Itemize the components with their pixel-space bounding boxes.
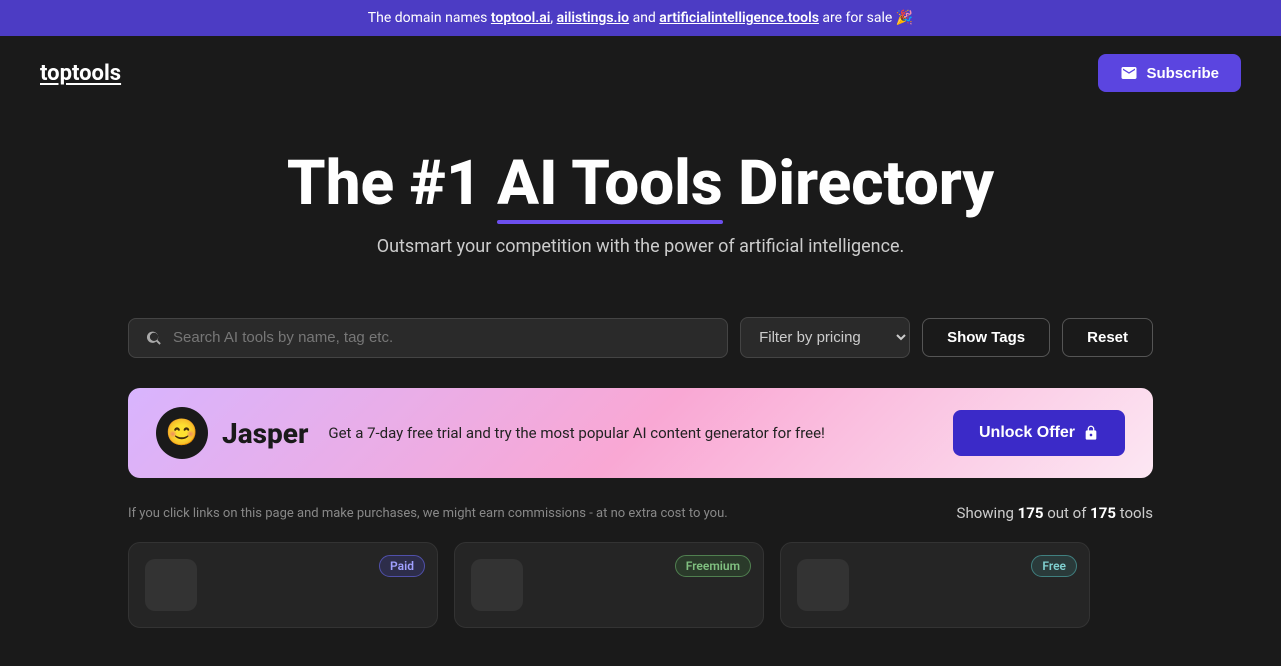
headline-highlight: AI Tools bbox=[497, 150, 723, 218]
showing-separator: out of bbox=[1047, 504, 1086, 522]
banner-link-toptool[interactable]: toptool.ai bbox=[491, 10, 550, 26]
banner-text-before: The domain names bbox=[368, 10, 488, 26]
showing-prefix: Showing bbox=[957, 504, 1014, 522]
tool-card[interactable]: Free bbox=[780, 542, 1090, 628]
banner-link-aitools[interactable]: artificialintelligence.tools bbox=[659, 10, 819, 26]
price-badge: Paid bbox=[379, 555, 425, 577]
headline-prefix: The #1 bbox=[287, 147, 497, 220]
top-banner: The domain names toptool.ai, ailistings.… bbox=[0, 0, 1281, 36]
tool-card-thumbnail bbox=[145, 559, 197, 611]
promo-icon: 😊 bbox=[156, 407, 208, 459]
headline-suffix: Directory bbox=[723, 147, 994, 220]
show-tags-button[interactable]: Show Tags bbox=[922, 318, 1050, 357]
showing-total: 175 bbox=[1090, 504, 1116, 522]
pricing-filter-select[interactable]: Filter by pricing Free Freemium Paid bbox=[740, 317, 910, 358]
promo-banner: 😊 Jasper Get a 7-day free trial and try … bbox=[128, 388, 1153, 478]
reset-button[interactable]: Reset bbox=[1062, 318, 1153, 357]
search-box-wrapper bbox=[128, 318, 728, 358]
banner-text-after: are for sale 🎉 bbox=[822, 10, 913, 26]
search-area: Filter by pricing Free Freemium Paid Sho… bbox=[0, 317, 1281, 358]
tool-card[interactable]: Paid bbox=[128, 542, 438, 628]
tool-card[interactable]: Freemium bbox=[454, 542, 764, 628]
search-icon bbox=[145, 329, 163, 347]
price-badge: Freemium bbox=[675, 555, 751, 577]
showing-label: tools bbox=[1120, 504, 1153, 522]
tool-card-thumbnail bbox=[471, 559, 523, 611]
email-icon bbox=[1120, 64, 1138, 82]
tools-row: Paid Freemium Free bbox=[0, 532, 1281, 628]
banner-link-ailistings[interactable]: ailistings.io bbox=[557, 10, 630, 26]
subscribe-button[interactable]: Subscribe bbox=[1098, 54, 1241, 92]
lock-icon bbox=[1083, 425, 1099, 441]
logo[interactable]: toptools bbox=[40, 61, 121, 86]
tool-card-thumbnail bbox=[797, 559, 849, 611]
showing-current: 175 bbox=[1018, 504, 1044, 522]
search-input[interactable] bbox=[173, 329, 711, 346]
promo-logo-group: 😊 Jasper bbox=[156, 407, 308, 459]
hero-subheading: Outsmart your competition with the power… bbox=[20, 236, 1261, 257]
promo-brand-name: Jasper bbox=[222, 417, 308, 450]
hero-headline: The #1 AI Tools Directory bbox=[20, 150, 1261, 218]
unlock-offer-button[interactable]: Unlock Offer bbox=[953, 410, 1125, 456]
header: toptools Subscribe bbox=[0, 36, 1281, 110]
disclaimer-text: If you click links on this page and make… bbox=[128, 506, 728, 521]
promo-description: Get a 7-day free trial and try the most … bbox=[328, 423, 933, 444]
price-badge: Free bbox=[1031, 555, 1077, 577]
hero-section: The #1 AI Tools Directory Outsmart your … bbox=[0, 110, 1281, 287]
results-count: Showing 175 out of 175 tools bbox=[957, 504, 1153, 522]
disclaimer-row: If you click links on this page and make… bbox=[0, 494, 1281, 532]
